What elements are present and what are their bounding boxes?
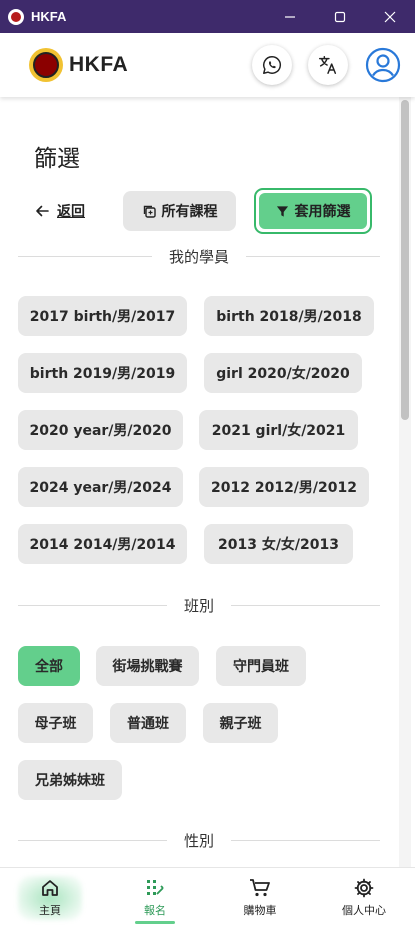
class-divider: 班別 (18, 595, 381, 615)
nav-profile[interactable]: 個人中心 (334, 868, 394, 928)
student-chip[interactable]: 2020 year/男/2020 (18, 410, 183, 450)
hkfa-logo[interactable] (29, 48, 63, 82)
student-chip[interactable]: 2017 birth/男/2017 (18, 296, 187, 336)
home-icon (42, 880, 58, 896)
bottom-nav: 主頁 報名 購物車 個人中心 (0, 867, 415, 931)
class-heading: 班別 (184, 596, 215, 615)
class-chip[interactable]: 街場挑戰賽 (96, 646, 199, 686)
student-chip[interactable]: 2014 2014/男/2014 (18, 524, 187, 564)
app-header: HKFA (0, 33, 415, 97)
close-button[interactable] (365, 0, 415, 33)
whatsapp-button[interactable] (252, 45, 292, 85)
nav-cart-label: 購物車 (243, 904, 277, 917)
student-chip[interactable]: 2012 2012/男/2012 (199, 467, 369, 507)
back-button[interactable]: 返回 (35, 201, 85, 221)
minimize-icon (285, 15, 295, 18)
gear-icon (354, 878, 374, 898)
cart-icon (250, 879, 270, 897)
maximize-button[interactable] (315, 0, 365, 33)
class-chip[interactable]: 母子班 (18, 703, 93, 743)
student-chip[interactable]: birth 2019/男/2019 (18, 353, 187, 393)
students-divider: 我的學員 (18, 246, 381, 266)
class-chip[interactable]: 兄弟姊妹班 (18, 760, 122, 800)
student-chip[interactable]: 2021 girl/女/2021 (199, 410, 358, 450)
gender-heading: 性別 (184, 831, 215, 850)
window-title: HKFA (31, 9, 67, 24)
all-courses-label: 所有課程 (161, 204, 218, 220)
register-grid-icon (147, 880, 164, 895)
nav-cart[interactable]: 購物車 (230, 868, 290, 928)
translate-button[interactable] (308, 45, 348, 85)
filter-panel: 篩選 返回 所有課程 套用篩選 我的學員 2017 birth/男/2017 b… (0, 97, 398, 867)
student-chip[interactable]: birth 2018/男/2018 (204, 296, 374, 336)
window-titlebar: HKFA (0, 0, 415, 33)
class-chip[interactable]: 守門員班 (216, 646, 306, 686)
nav-home-label: 主頁 (39, 904, 61, 917)
nav-register[interactable]: 報名 (125, 868, 185, 928)
nav-register-label: 報名 (144, 904, 166, 917)
class-chip-all[interactable]: 全部 (18, 646, 80, 686)
minimize-button[interactable] (265, 0, 315, 33)
close-icon (384, 11, 396, 22)
nav-home[interactable]: 主頁 (18, 868, 82, 928)
filter-icon (276, 205, 288, 217)
student-chip[interactable]: 2024 year/男/2024 (18, 467, 183, 507)
back-label: 返回 (57, 204, 85, 220)
translate-icon (319, 56, 337, 74)
scrollbar-thumb[interactable] (401, 100, 409, 420)
gender-divider: 性別 (18, 830, 381, 850)
student-chip[interactable]: 2013 女/女/2013 (204, 524, 353, 564)
class-chip[interactable]: 親子班 (203, 703, 278, 743)
student-chip[interactable]: girl 2020/女/2020 (204, 353, 362, 393)
apply-filter-label: 套用篩選 (294, 204, 351, 220)
whatsapp-icon (263, 56, 282, 74)
all-courses-button[interactable]: 所有課程 (123, 191, 236, 231)
profile-button[interactable] (364, 46, 402, 84)
nav-profile-label: 個人中心 (342, 904, 386, 917)
apply-filter-button[interactable]: 套用篩選 (254, 188, 372, 234)
scrollbar[interactable] (399, 97, 411, 867)
page-title: 篩選 (34, 146, 80, 172)
arrow-left-icon (36, 205, 49, 217)
class-chip[interactable]: 普通班 (110, 703, 186, 743)
maximize-icon (334, 11, 346, 22)
user-avatar-icon (365, 47, 401, 83)
active-indicator (135, 921, 175, 924)
app-icon (8, 8, 24, 25)
brand-name: HKFA (69, 53, 129, 76)
copy-icon (143, 205, 156, 218)
students-heading: 我的學員 (169, 247, 230, 266)
